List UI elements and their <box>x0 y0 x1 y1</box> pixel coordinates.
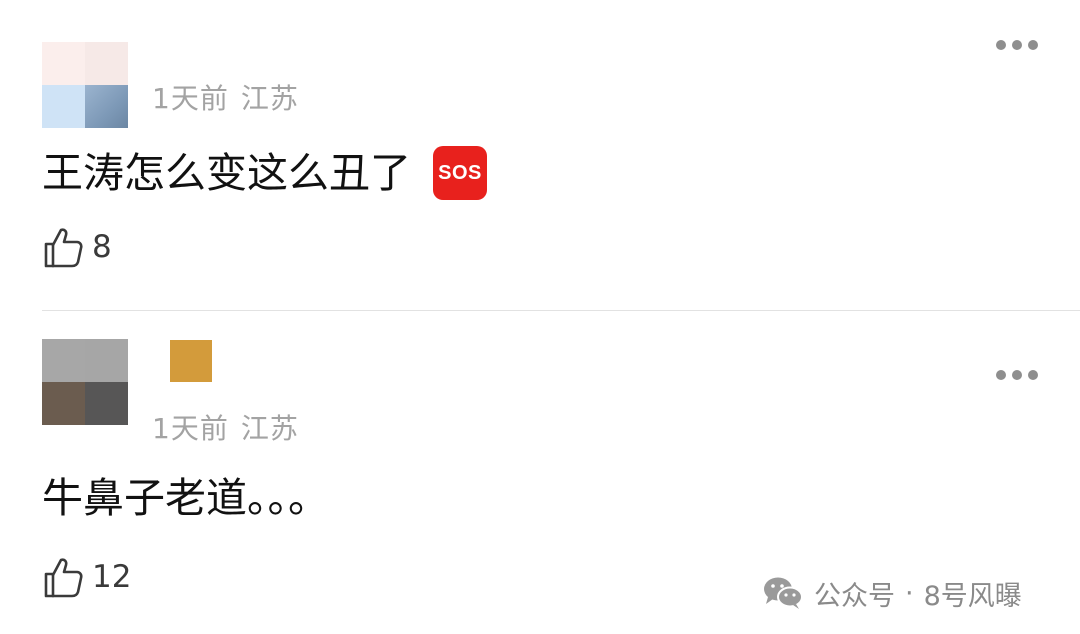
watermark: 公众号 · 8号风曝 <box>762 574 1022 612</box>
watermark-label: 公众号 <box>814 580 895 612</box>
like-button[interactable]: 12 <box>42 554 131 600</box>
comment-time: 1天前 <box>152 412 229 445</box>
avatar[interactable] <box>42 339 128 425</box>
thumbs-up-icon <box>44 558 83 598</box>
comment-text: 牛鼻子老道。。。 <box>42 478 329 519</box>
comment-location: 江苏 <box>240 412 299 445</box>
comment-text-content: 牛鼻子老道。。。 <box>42 474 329 522</box>
wechat-icon <box>764 577 803 609</box>
watermark-account: 8号风曝 <box>923 580 1022 612</box>
watermark-separator: · <box>905 577 914 609</box>
like-count: 12 <box>92 559 132 595</box>
more-options-icon[interactable] <box>996 369 1038 381</box>
comment-item: 1天前 江苏 牛鼻子老道。。。 12 <box>0 0 1080 634</box>
comment-meta: 1天前 江苏 <box>152 407 299 447</box>
user-badge <box>170 340 212 382</box>
